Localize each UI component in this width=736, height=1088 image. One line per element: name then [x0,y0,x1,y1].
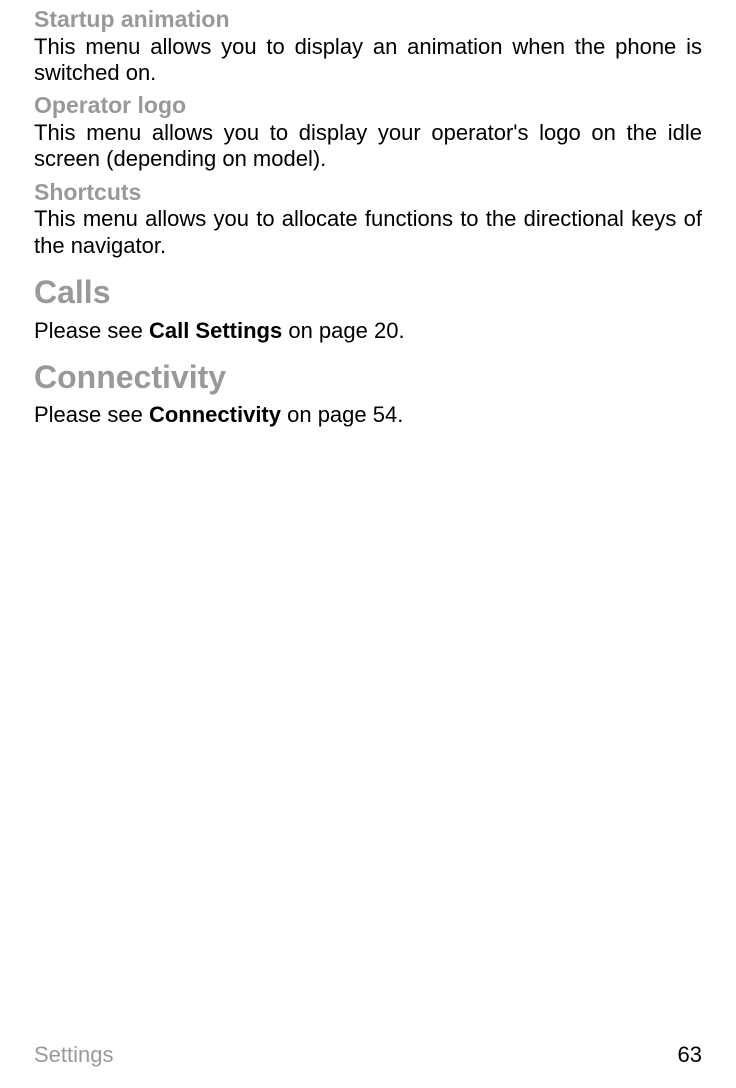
page-footer: Settings 63 [34,1042,702,1068]
footer-page-number: 63 [678,1042,702,1068]
footer-section-label: Settings [34,1042,114,1068]
startup-heading: Startup animation [34,6,702,34]
shortcuts-heading: Shortcuts [34,179,702,207]
connectivity-prefix: Please see [34,402,149,427]
calls-body: Please see Call Settings on page 20. [34,318,702,344]
connectivity-suffix: on page 54. [281,402,403,427]
calls-heading: Calls [34,273,702,311]
connectivity-body: Please see Connectivity on page 54. [34,402,702,428]
calls-prefix: Please see [34,318,149,343]
shortcuts-body: This menu allows you to allocate functio… [34,206,702,259]
connectivity-bold: Connectivity [149,402,281,427]
operator-heading: Operator logo [34,92,702,120]
content-area: Startup animation This menu allows you t… [34,6,702,429]
connectivity-heading: Connectivity [34,358,702,396]
calls-suffix: on page 20. [282,318,404,343]
operator-body: This menu allows you to display your ope… [34,120,702,173]
startup-body: This menu allows you to display an anima… [34,34,702,87]
calls-bold: Call Settings [149,318,282,343]
